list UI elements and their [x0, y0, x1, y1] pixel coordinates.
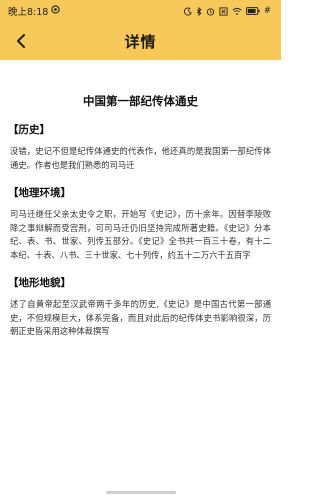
chevron-left-icon — [17, 34, 25, 48]
section-heading: 【地形地貌】 — [8, 277, 71, 289]
wifi-icon — [232, 7, 242, 16]
signal-x-icon — [219, 6, 228, 16]
bluetooth-icon — [196, 6, 202, 16]
section-history: 【历史】 没错，史记不但是纪传体通史的代表作，他还真的是我国第一部纪传体通史。作… — [8, 123, 273, 172]
status-time: 晚上8:18 — [8, 7, 49, 18]
status-left: 晚上8:18 — [8, 4, 60, 18]
nav-bar: 详情 — [0, 22, 281, 60]
notification-icon — [51, 5, 60, 17]
section-body: 述了自黄帝起至汉武帝两千多年的历史,《史记》是中国古代第一部通史，不但规模巨大，… — [10, 299, 271, 336]
section-geography: 【地理环境】 司马迁继任父亲太史令之职，开始写《史记》，历十余年。因替李陵败降之… — [8, 186, 273, 262]
home-indicator[interactable] — [105, 491, 176, 494]
battery-label: # — [263, 6, 271, 16]
alarm-icon — [206, 7, 215, 16]
section-terrain: 【地形地貌】 述了自黄帝起至汉武帝两千多年的历史,《史记》是中国古代第一部通史，… — [8, 276, 273, 339]
section-body: 司马迁继任父亲太史令之职，开始写《史记》，历十余年。因替李陵败降之事辩解而受宫刑… — [10, 209, 271, 260]
article-title: 中国第一部纪传体通史 — [83, 94, 198, 108]
moon-icon — [183, 6, 192, 16]
article-content: 中国第一部纪传体通史 【历史】 没错，史记不但是纪传体通史的代表作，他还真的是我… — [0, 93, 281, 339]
back-button[interactable] — [8, 28, 34, 54]
status-bar: 晚上8:18 # — [0, 0, 281, 22]
status-right: # — [183, 6, 271, 16]
section-body: 没错，史记不但是纪传体通史的代表作，他还真的是我国第一部纪传体通史。作者也是我们… — [10, 146, 271, 170]
page-title: 详情 — [124, 32, 157, 51]
header: 晚上8:18 # 详情 — [0, 0, 281, 60]
battery-icon — [245, 7, 260, 15]
section-heading: 【地理环境】 — [8, 187, 71, 199]
section-heading: 【历史】 — [8, 124, 50, 136]
